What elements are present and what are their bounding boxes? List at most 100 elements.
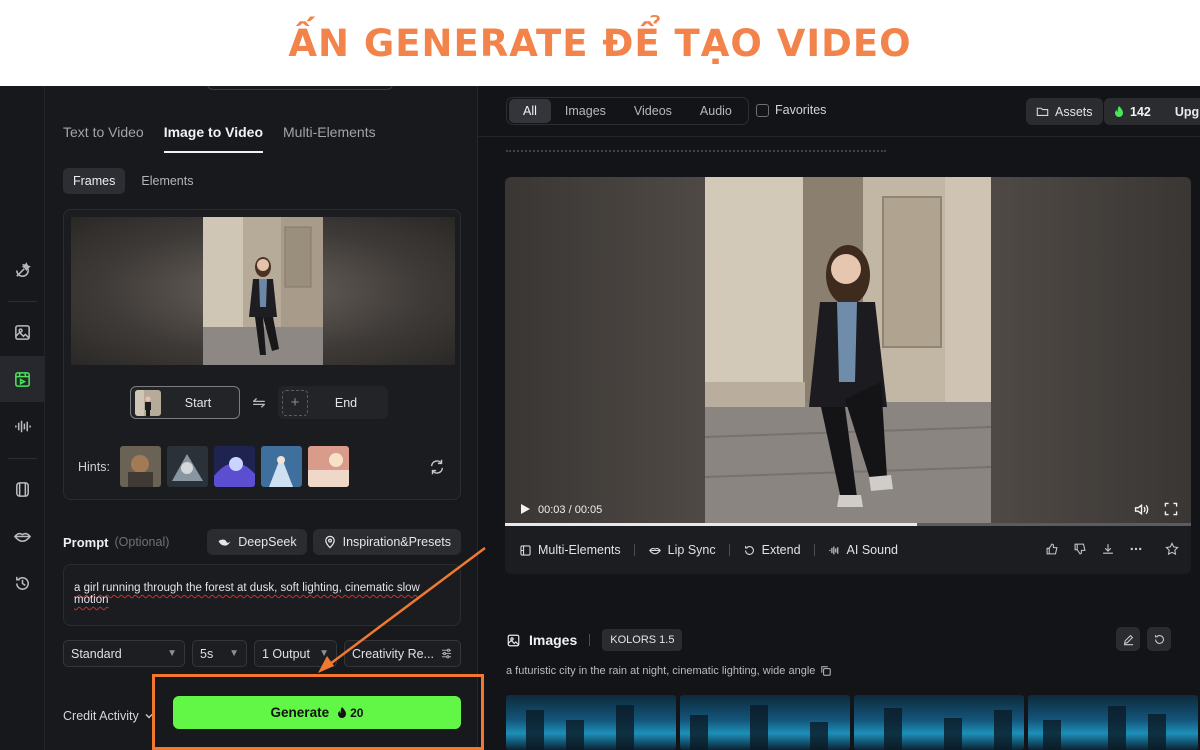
settings-row: Standard ▼ 5s ▼ 1 Output ▼ Creativity Re... — [63, 640, 461, 667]
creativity-select[interactable]: Creativity Re... — [344, 640, 461, 667]
lip-sync-action[interactable]: Lip Sync — [648, 543, 716, 557]
video-result-card: 00:03 / 00:05 Multi-Elements Lip Sync Ex… — [505, 177, 1191, 574]
audio-wave-icon — [828, 546, 838, 554]
assets-panel: All Images Videos Audio Favorites Assets… — [478, 86, 1200, 750]
deepseek-button[interactable]: DeepSeek — [207, 529, 307, 555]
prompt-header: Prompt (Optional) DeepSeek Inspiration&P… — [63, 529, 461, 555]
prompt-optional: (Optional) — [114, 535, 170, 549]
filter-audio[interactable]: Audio — [686, 99, 746, 123]
inspiration-label: Inspiration&Presets — [342, 535, 451, 549]
start-label: Start — [184, 395, 212, 410]
image-thumb[interactable] — [506, 695, 676, 750]
prompt-input[interactable]: a girl running through the forest at dus… — [63, 564, 461, 626]
extend-action[interactable]: Extend — [743, 543, 801, 557]
subtab-frames[interactable]: Frames — [63, 168, 126, 194]
favorites-toggle[interactable]: Favorites — [756, 103, 826, 117]
hint-thumb[interactable] — [213, 446, 255, 487]
image-thumb[interactable] — [854, 695, 1024, 750]
rail-frame-button[interactable] — [0, 466, 45, 512]
mode-tabs: Text to Video Image to Video Multi-Eleme… — [63, 124, 376, 153]
more-icon[interactable] — [1129, 542, 1143, 556]
plus-icon: + — [282, 389, 308, 416]
sub-tabs: Frames Elements — [63, 168, 203, 194]
subtab-elements[interactable]: Elements — [131, 168, 203, 194]
rail-magic-button[interactable] — [0, 247, 45, 293]
ai-sound-action[interactable]: AI Sound — [828, 543, 898, 557]
mode-select[interactable]: Standard ▼ — [63, 640, 185, 667]
filter-videos[interactable]: Videos — [620, 99, 686, 123]
credit-activity-dropdown[interactable]: Credit Activity — [63, 709, 154, 723]
filter-images[interactable]: Images — [551, 99, 620, 123]
chevron-down-icon: ▼ — [319, 648, 329, 659]
copy-icon[interactable] — [820, 665, 832, 677]
hint-thumb[interactable] — [166, 446, 208, 487]
multi-elements-action[interactable]: Multi-Elements — [519, 543, 621, 557]
creativity-value: Creativity Re... — [352, 646, 434, 661]
outputs-select[interactable]: 1 Output ▼ — [254, 640, 337, 667]
image-results — [506, 695, 1198, 750]
tab-text-to-video[interactable]: Text to Video — [63, 124, 144, 153]
frames-card: Start ⇋ + End Hints: — [63, 209, 461, 500]
thumbs-up-icon[interactable] — [1045, 542, 1059, 556]
fullscreen-icon[interactable] — [1163, 501, 1179, 517]
filter-all[interactable]: All — [509, 99, 551, 123]
generate-highlight-box — [152, 674, 484, 750]
outputs-value: 1 Output — [262, 646, 310, 661]
hints-label: Hints: — [78, 459, 110, 474]
image-thumb[interactable] — [680, 695, 850, 750]
end-frame-button[interactable]: + End — [278, 386, 388, 419]
video-controls: 00:03 / 00:05 — [505, 495, 1191, 525]
edit-button[interactable] — [1116, 627, 1140, 651]
thumbs-down-icon[interactable] — [1073, 542, 1087, 556]
download-icon[interactable] — [1101, 542, 1115, 556]
rail-image-button[interactable] — [0, 309, 45, 355]
video-icon — [15, 371, 30, 387]
video-progress-fill — [505, 523, 917, 526]
inspiration-presets-button[interactable]: Inspiration&Presets — [312, 529, 461, 555]
start-frame-button[interactable]: Start — [130, 386, 240, 419]
hint-thumb[interactable] — [307, 446, 349, 487]
instruction-banner: ẤN GENERATE ĐỂ TẠO VIDEO — [0, 0, 1200, 86]
hints-row: Hints: — [78, 446, 349, 487]
prompt-title: Prompt — [63, 534, 109, 550]
rail-audio-button[interactable] — [0, 403, 45, 449]
video-time: 00:03 / 00:05 — [538, 504, 603, 516]
start-thumb — [135, 389, 161, 416]
regenerate-button[interactable] — [1147, 627, 1171, 651]
rail-video-button[interactable] — [0, 356, 45, 402]
video-progress-bar[interactable] — [505, 523, 1191, 526]
tab-image-to-video[interactable]: Image to Video — [163, 124, 264, 153]
tab-multi-elements[interactable]: Multi-Elements — [283, 124, 376, 153]
mode-value: Standard — [71, 646, 122, 661]
refresh-hints-icon[interactable] — [428, 458, 446, 476]
magic-tool-icon — [16, 261, 31, 277]
banner-title: ẤN GENERATE ĐỂ TẠO VIDEO — [288, 21, 912, 65]
video-player[interactable]: 00:03 / 00:05 — [505, 177, 1191, 525]
media-filter: All Images Videos Audio — [506, 97, 749, 125]
image-thumb[interactable] — [1028, 695, 1198, 750]
hint-thumb[interactable] — [119, 446, 161, 487]
multi-elements-label: Multi-Elements — [538, 543, 621, 557]
icon-rail — [0, 86, 45, 750]
chevron-down-icon: ▼ — [229, 648, 239, 659]
swap-icon[interactable]: ⇋ — [250, 394, 268, 412]
play-icon[interactable] — [519, 503, 531, 515]
credits-badge[interactable]: 142 Upg — [1104, 98, 1200, 125]
duration-select[interactable]: 5s ▼ — [192, 640, 247, 667]
frame-icon — [16, 481, 29, 497]
frame-preview[interactable] — [71, 217, 455, 365]
video-frame-image — [705, 177, 991, 525]
assets-label: Assets — [1055, 104, 1093, 119]
assets-button[interactable]: Assets — [1026, 98, 1103, 125]
hint-thumb[interactable] — [260, 446, 302, 487]
folder-icon — [1036, 107, 1049, 116]
images-title-label: Images — [529, 632, 578, 648]
upgrade-label[interactable]: Upg — [1175, 105, 1199, 119]
rail-lips-button[interactable] — [0, 513, 45, 559]
volume-icon[interactable] — [1133, 501, 1150, 518]
rail-history-button[interactable] — [0, 560, 45, 606]
model-badge: KOLORS 1.5 — [602, 629, 683, 651]
favorites-checkbox[interactable] — [756, 103, 769, 117]
duration-value: 5s — [200, 646, 214, 661]
star-icon[interactable] — [1165, 542, 1179, 556]
